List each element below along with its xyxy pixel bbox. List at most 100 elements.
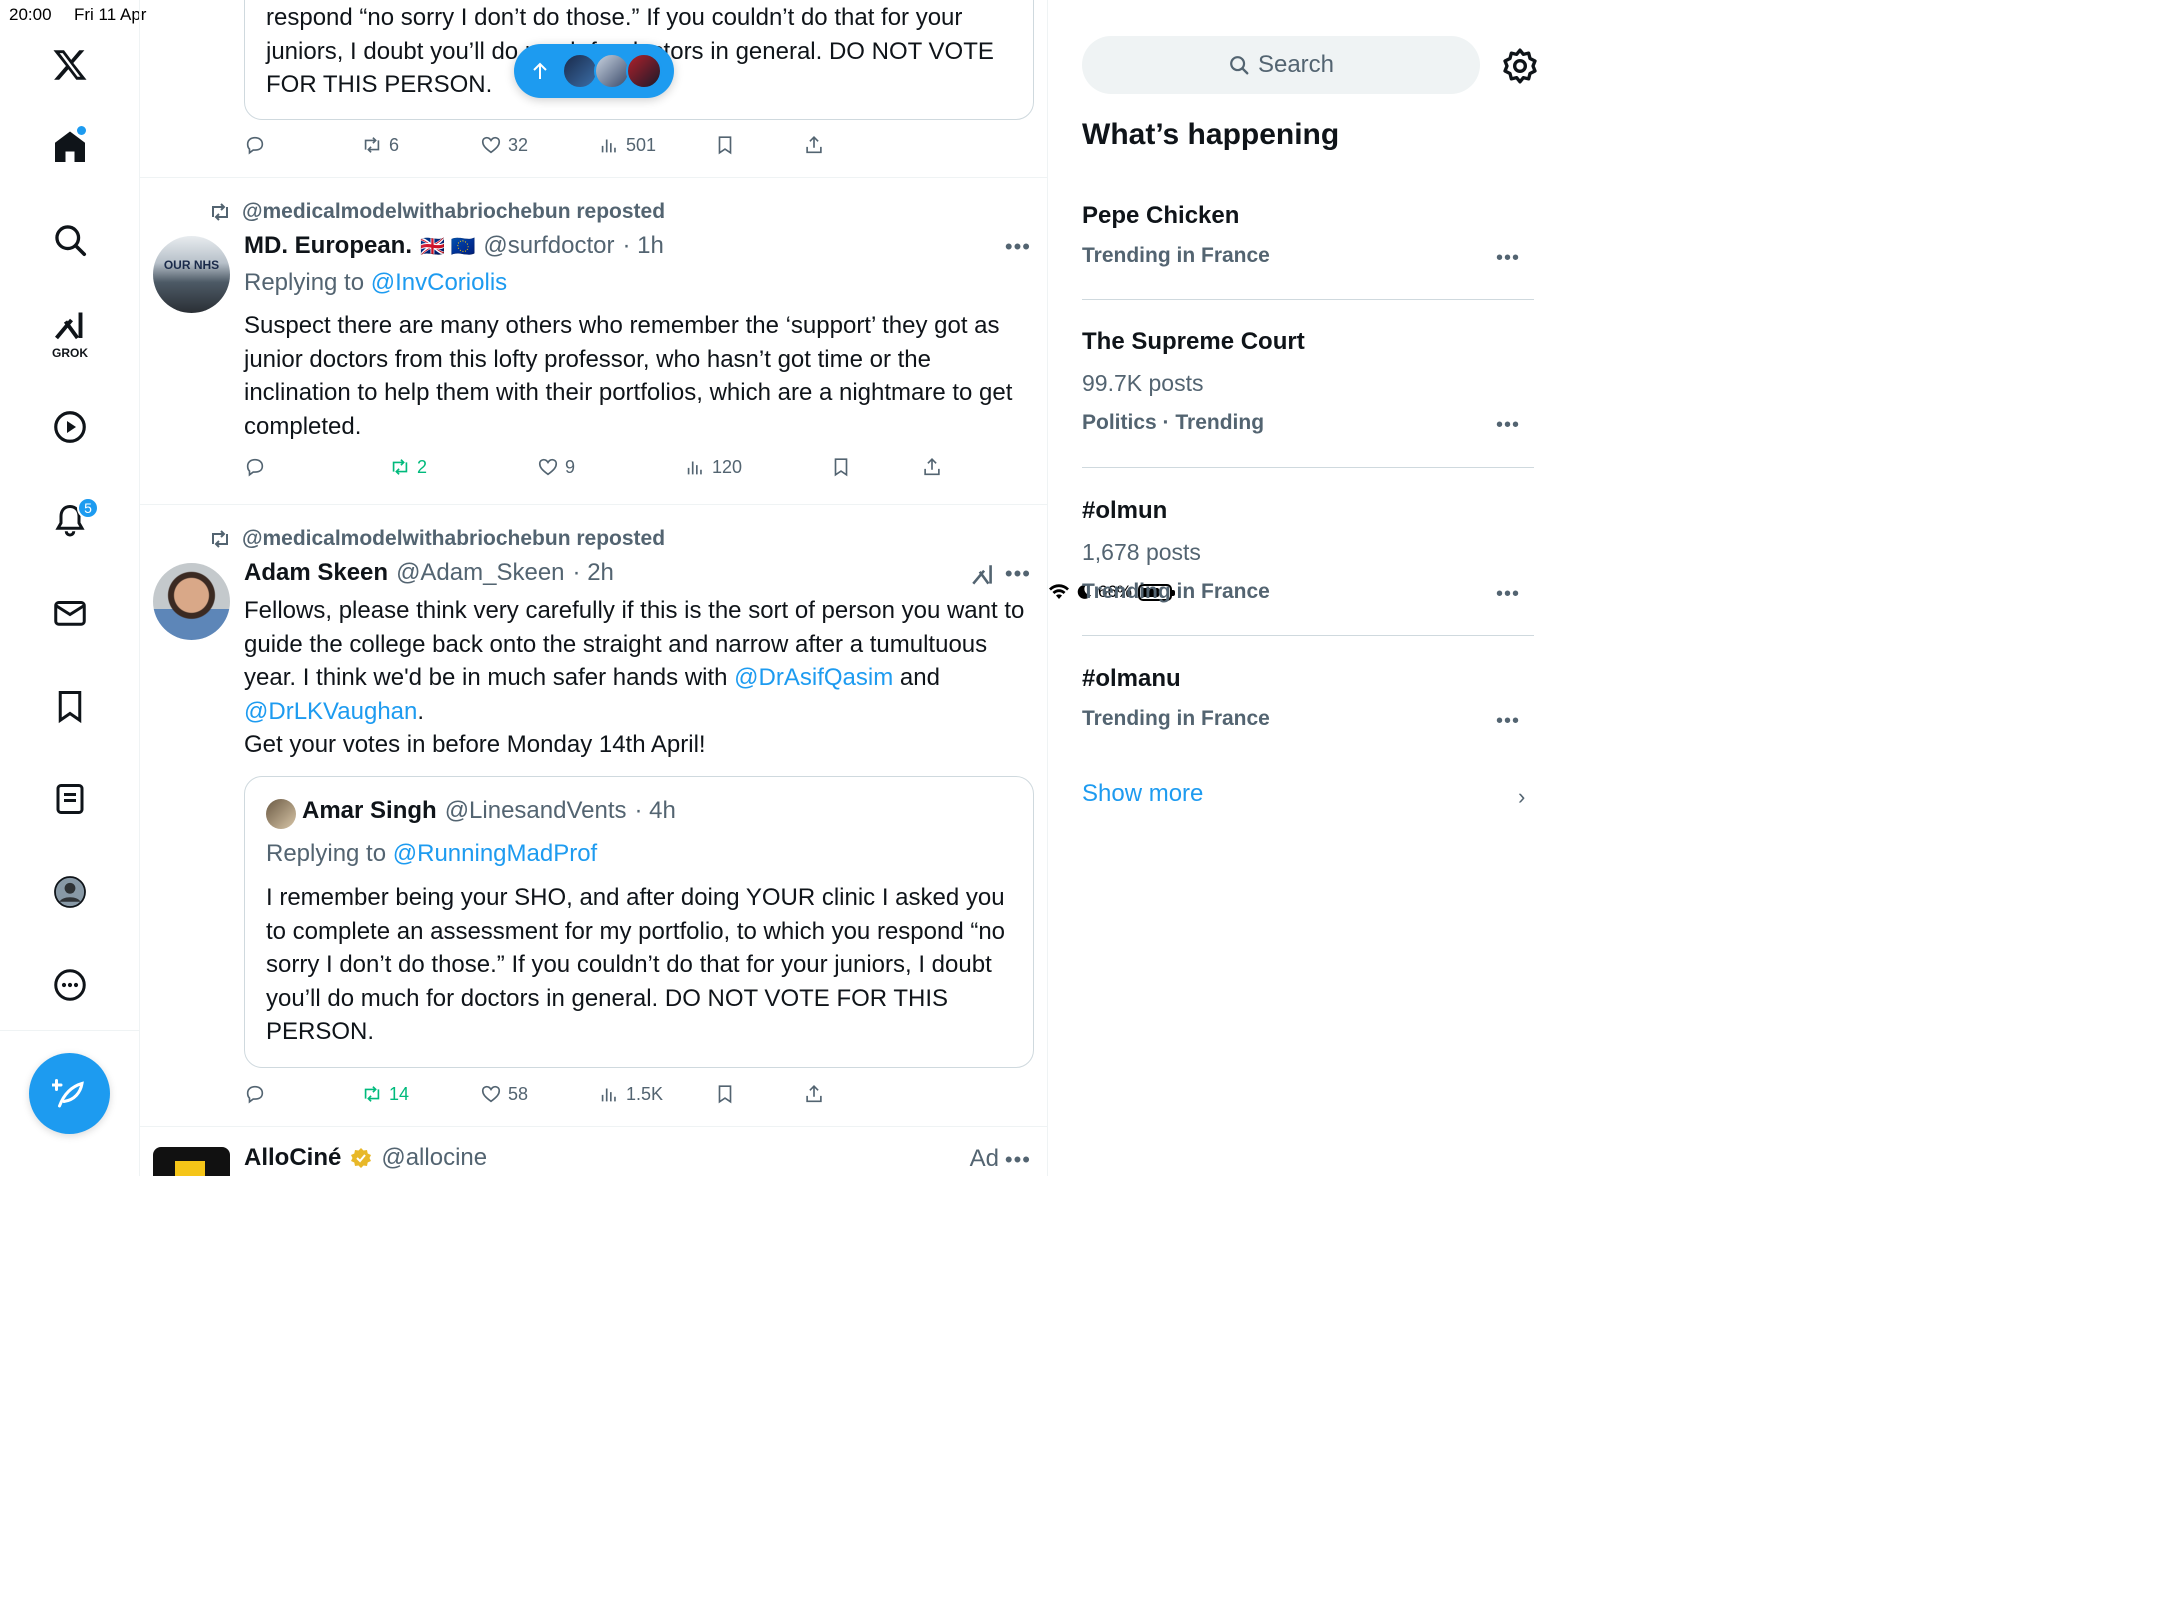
mention-link-1[interactable]: @DrAsifQasim [734, 664, 893, 691]
avatar[interactable]: OUR NHS [153, 236, 230, 313]
quoted-replying-to-label: Replying to [266, 840, 393, 867]
like-count: 58 [508, 1083, 529, 1104]
compose-post-button[interactable] [29, 1053, 110, 1134]
retweet-icon [212, 203, 228, 221]
trend-name: #olmun [1082, 497, 1168, 524]
trend-more-icon[interactable]: ••• [1496, 247, 1520, 270]
grok-explain-icon[interactable] [970, 561, 996, 589]
reply-icon [246, 1085, 264, 1104]
retweet-icon [364, 137, 380, 153]
reply-button[interactable] [244, 134, 266, 156]
lists-icon[interactable] [40, 769, 100, 829]
x-logo-icon[interactable] [40, 35, 100, 95]
like-button[interactable]: 32 [480, 134, 528, 156]
views-button[interactable]: 1.5K [598, 1083, 663, 1105]
pill-avatar-3 [626, 53, 662, 89]
trend-item[interactable]: The Supreme Court 99.7K posts Politics ·… [1082, 328, 1534, 437]
profile-avatar-icon[interactable] [40, 862, 100, 922]
tweet-text-part-2: . [417, 697, 425, 725]
avatar[interactable] [153, 563, 230, 640]
author-handle[interactable]: @allocine [381, 1144, 487, 1172]
search-icon [1230, 56, 1249, 75]
author-name[interactable]: MD. European. [244, 232, 412, 260]
repost-by-text: @medicalmodelwithabriochebun reposted [242, 200, 666, 223]
grok-label: GROK [52, 346, 88, 360]
quoted-replying-to-link[interactable]: @RunningMadProf [393, 840, 597, 867]
views-button[interactable]: 120 [684, 456, 742, 478]
trend-name: Pepe Chicken [1082, 202, 1240, 229]
timeline: respond “no sorry I don’t do those.” If … [140, 0, 1048, 1176]
view-count: 1.5K [626, 1083, 664, 1104]
tweet-text-part-3: Get your votes in before Monday 14th Apr… [244, 731, 706, 759]
like-button[interactable]: 9 [537, 456, 575, 478]
reply-icon [246, 136, 264, 155]
tweet-actions: 2 9 120 [244, 456, 964, 486]
like-count: 32 [508, 134, 529, 155]
quoted-tweet[interactable]: Amar Singh @LinesandVents · 4h Replying … [244, 776, 1034, 1068]
more-options-icon[interactable] [40, 955, 100, 1015]
tweet-time[interactable]: · 2h [573, 559, 614, 587]
reply-button[interactable] [244, 1083, 266, 1105]
tweet-more-icon[interactable]: ••• [1005, 1147, 1031, 1173]
retweet-button[interactable]: 14 [361, 1083, 409, 1105]
search-icon[interactable] [40, 210, 100, 270]
gear-icon[interactable] [1500, 46, 1540, 86]
tweet-author: AlloCiné @allocine [244, 1144, 487, 1172]
author-handle[interactable]: @Adam_Skeen [396, 559, 564, 587]
trend-item[interactable]: #olmanu Trending in France ••• [1082, 665, 1534, 733]
retweet-button[interactable]: 6 [361, 134, 399, 156]
nav-divider [0, 1030, 140, 1031]
author-handle[interactable]: @surfdoctor [483, 232, 614, 260]
messages-envelope-icon[interactable] [40, 583, 100, 643]
bookmark-button[interactable] [714, 134, 736, 156]
trend-more-icon[interactable]: ••• [1496, 414, 1520, 437]
bookmark-button[interactable] [714, 1083, 736, 1105]
tweet-adam-skeen[interactable]: @medicalmodelwithabriochebun reposted Ad… [140, 505, 1047, 1127]
quoted-avatar [266, 799, 296, 829]
tweet-text: Suspect there are many others who rememb… [244, 312, 1013, 440]
share-button[interactable] [803, 134, 825, 156]
retweet-icon [212, 530, 228, 548]
share-button[interactable] [803, 1083, 825, 1105]
replying-to-link[interactable]: @InvCoriolis [371, 269, 507, 296]
views-button[interactable]: 501 [598, 134, 656, 156]
tweet-more-icon[interactable]: ••• [1005, 561, 1031, 587]
trend-item[interactable]: Pepe Chicken Trending in France ••• [1082, 202, 1534, 270]
retweet-button[interactable]: 2 [389, 456, 427, 478]
home-unread-dot [77, 126, 86, 135]
share-icon [806, 136, 822, 154]
author-name[interactable]: AlloCiné [244, 1144, 341, 1172]
tweet-text: Fellows, please think very carefully if … [244, 594, 1034, 762]
replying-to-label: Replying to [244, 269, 371, 296]
trend-item[interactable]: #olmun 1,678 posts Trending in France ••… [1082, 497, 1534, 606]
show-more-link[interactable]: Show more [1082, 780, 1203, 808]
new-posts-pill[interactable] [514, 44, 674, 98]
retweet-icon [392, 459, 408, 475]
like-button[interactable]: 58 [480, 1083, 528, 1105]
reply-button[interactable] [244, 456, 266, 478]
mention-link-2[interactable]: @DrLKVaughan [244, 698, 417, 725]
avatar[interactable] [153, 1147, 230, 1176]
video-icon[interactable] [40, 397, 100, 457]
bookmarks-icon[interactable] [40, 676, 100, 736]
tweet-time[interactable]: · 1h [622, 232, 663, 260]
views-chart-icon [687, 461, 702, 475]
trend-more-icon[interactable]: ••• [1496, 583, 1520, 606]
trend-post-count: 1,678 posts [1082, 539, 1201, 565]
verified-badge-icon [351, 1148, 372, 1168]
tweet-md-european[interactable]: @medicalmodelwithabriochebun reposted OU… [140, 178, 1047, 505]
tweet-ad-allocine[interactable]: AlloCiné @allocine Ad ••• [140, 1127, 1047, 1176]
search-input[interactable]: Search [1082, 36, 1480, 94]
share-button[interactable] [921, 456, 943, 478]
heart-icon [538, 458, 558, 476]
retweet-count: 14 [389, 1083, 410, 1104]
bookmark-button[interactable] [830, 456, 852, 478]
trend-context: Trending in France [1082, 707, 1270, 730]
tweet-author: Adam Skeen @Adam_Skeen · 2h [244, 559, 614, 587]
trend-more-icon[interactable]: ••• [1496, 710, 1520, 733]
heart-icon [481, 136, 501, 154]
home-icon[interactable] [40, 117, 100, 177]
author-name[interactable]: Adam Skeen [244, 559, 388, 587]
tweet-author: MD. European. 🇬🇧 🇪🇺 @surfdoctor · 1h [244, 232, 664, 260]
tweet-more-icon[interactable]: ••• [1005, 234, 1031, 260]
